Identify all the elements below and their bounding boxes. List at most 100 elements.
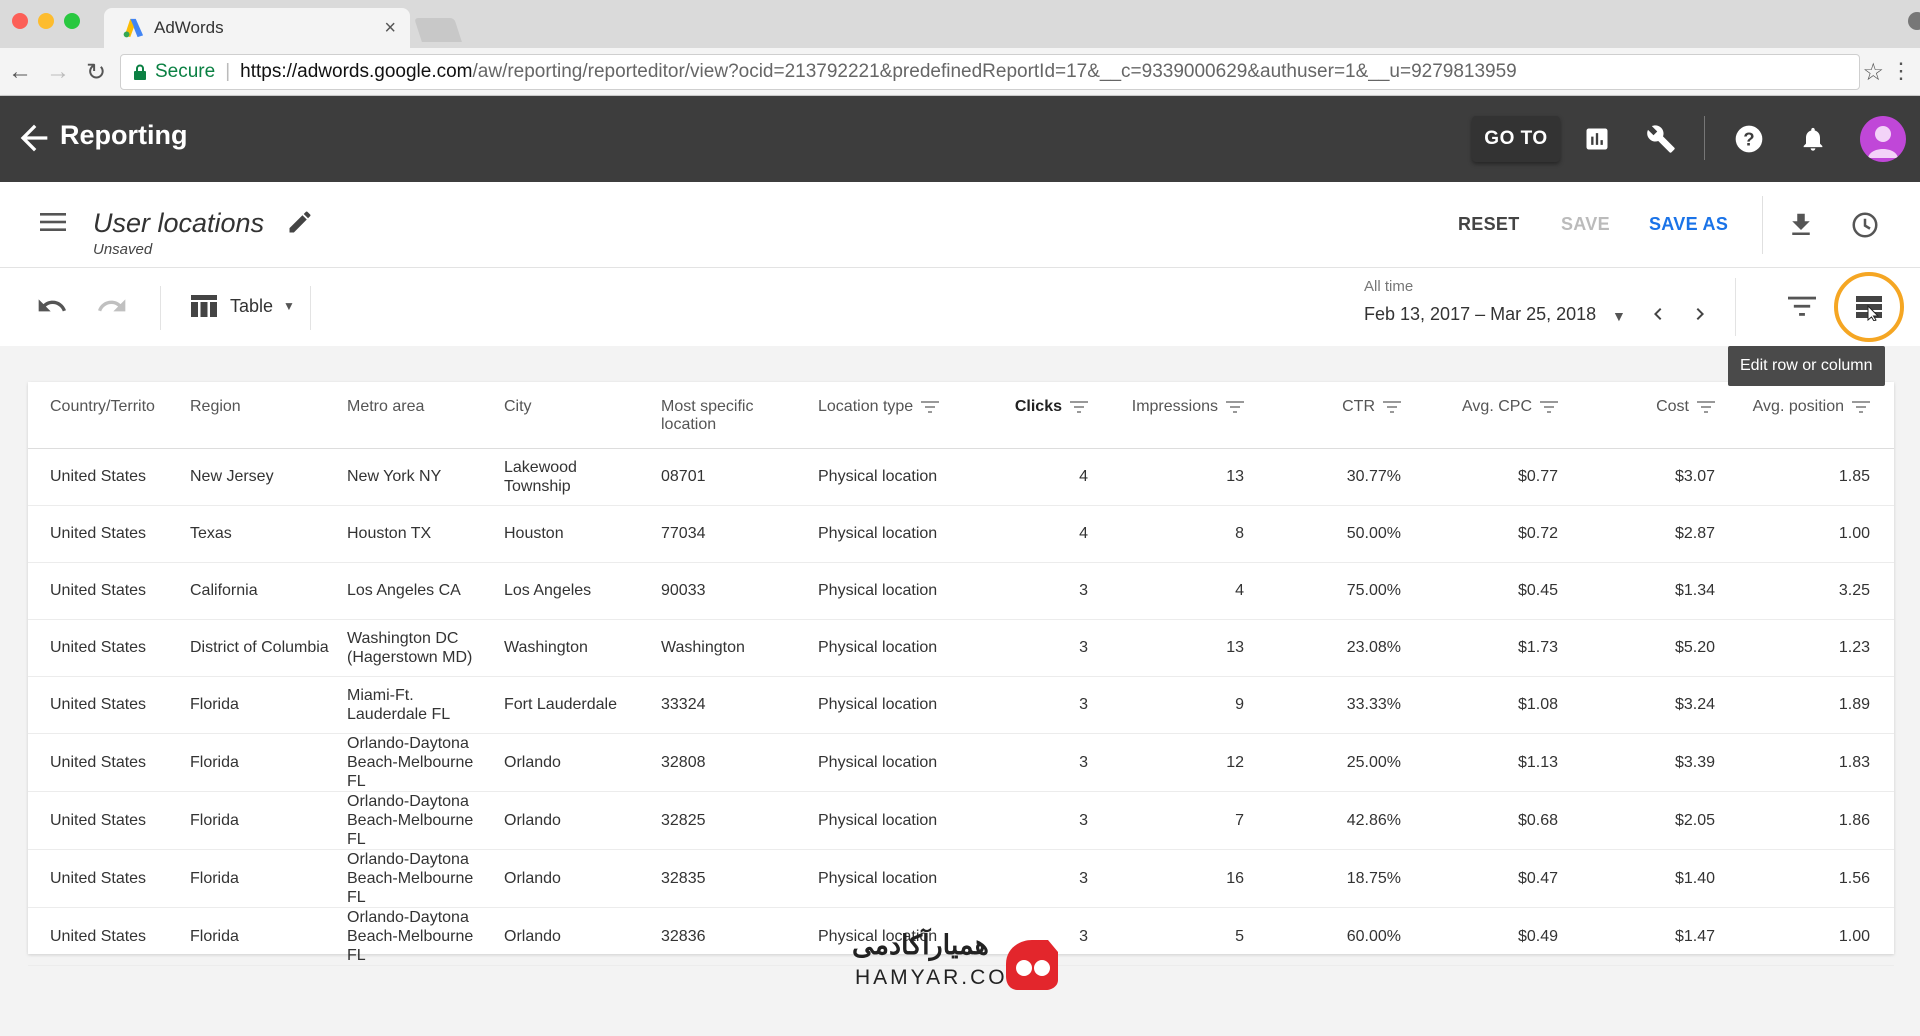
table-cell: Orlando-Daytona Beach-Melbourne FL xyxy=(339,791,496,850)
column-header[interactable]: Clicks xyxy=(978,382,1096,449)
previous-period-chevron-icon[interactable] xyxy=(1646,302,1670,326)
column-filter-icon[interactable] xyxy=(1383,400,1401,413)
table-row[interactable]: United States Florida Orlando-Daytona Beac… xyxy=(28,849,1894,908)
table-cell: Florida xyxy=(182,676,339,734)
browser-tab-strip: AdWords × xyxy=(0,0,1920,48)
table-cell: Orlando-Daytona Beach-Melbourne FL xyxy=(339,849,496,908)
redo-icon[interactable] xyxy=(96,290,128,322)
history-clock-icon[interactable] xyxy=(1850,210,1880,240)
new-tab-button[interactable] xyxy=(414,18,462,42)
column-header[interactable]: Most specific location xyxy=(653,382,810,449)
column-header[interactable]: Cost xyxy=(1566,382,1723,449)
table-cell: United States xyxy=(28,791,182,850)
table-row[interactable]: United States California Los Angeles CA Los… xyxy=(28,562,1894,620)
watermark-latin-text: HAMYAR.CO xyxy=(855,966,1008,989)
table-cell: Physical location xyxy=(810,619,978,677)
tools-wrench-icon[interactable] xyxy=(1640,118,1682,160)
reload-icon[interactable]: ↻ xyxy=(82,58,110,86)
column-filter-icon[interactable] xyxy=(1226,400,1244,413)
table-cell: 3 xyxy=(978,849,1096,908)
reset-button[interactable]: RESET xyxy=(1458,214,1520,235)
table-row[interactable]: United States Florida Miami-Ft. Lauderdale… xyxy=(28,676,1894,734)
column-header[interactable]: Region xyxy=(182,382,339,449)
browser-profile-icon[interactable] xyxy=(1908,12,1920,30)
back-arrow-icon[interactable] xyxy=(14,118,54,158)
notifications-bell-icon[interactable] xyxy=(1792,118,1834,160)
report-table: Country/Territo Region Metro area City Most … xyxy=(28,382,1894,966)
column-filter-icon[interactable] xyxy=(1540,400,1558,413)
table-cell: $3.24 xyxy=(1566,676,1723,734)
table-cell: 4 xyxy=(978,505,1096,563)
undo-icon[interactable] xyxy=(36,290,68,322)
account-avatar[interactable] xyxy=(1860,116,1906,162)
edit-pencil-icon[interactable] xyxy=(286,208,314,236)
bookmark-star-icon[interactable]: ☆ xyxy=(1862,58,1884,87)
table-cell: 1.85 xyxy=(1723,448,1894,506)
column-header[interactable]: Avg. position xyxy=(1723,382,1894,449)
browser-tab[interactable]: AdWords × xyxy=(104,8,410,48)
column-filter-icon[interactable] xyxy=(921,400,940,413)
column-header-label: Metro area xyxy=(347,398,425,415)
table-cell: Physical location xyxy=(810,562,978,620)
url-bar[interactable]: Secure | https://adwords.google.com/aw/r… xyxy=(120,54,1860,90)
report-name[interactable]: User locations xyxy=(93,208,264,239)
table-cell: 1.23 xyxy=(1723,619,1894,677)
column-header[interactable]: Metro area xyxy=(339,382,496,449)
table-cell: 16 xyxy=(1096,849,1252,908)
report-table-card: Country/Territo Region Metro area City Most … xyxy=(28,382,1894,966)
table-cell: 3 xyxy=(978,562,1096,620)
tab-close-icon[interactable]: × xyxy=(384,17,396,40)
column-header-label: City xyxy=(504,398,532,415)
column-filter-icon[interactable] xyxy=(1070,400,1088,413)
table-cell: $0.49 xyxy=(1409,907,1566,966)
browser-forward-icon[interactable]: → xyxy=(44,58,72,86)
column-header[interactable]: Location type xyxy=(810,382,978,449)
browser-menu-icon[interactable]: ⋮ xyxy=(1890,58,1912,84)
column-header[interactable]: City xyxy=(496,382,653,449)
download-icon[interactable] xyxy=(1786,210,1816,240)
menu-hamburger-icon[interactable] xyxy=(40,212,66,232)
filter-icon[interactable] xyxy=(1788,294,1816,318)
tooltip: Edit row or column xyxy=(1728,346,1885,386)
table-cell: $3.39 xyxy=(1566,733,1723,792)
save-button[interactable]: SAVE xyxy=(1561,214,1610,235)
help-icon[interactable]: ? xyxy=(1728,118,1770,160)
table-cell: 4 xyxy=(978,448,1096,506)
table-cell: United States xyxy=(28,849,182,908)
reports-icon[interactable] xyxy=(1576,118,1618,160)
column-header-label: Most specific location xyxy=(661,398,754,433)
table-cell: $1.08 xyxy=(1409,676,1566,734)
table-cell: 1.83 xyxy=(1723,733,1894,792)
table-row[interactable]: United States Florida Orlando-Daytona Beac… xyxy=(28,733,1894,792)
column-header[interactable]: Avg. CPC xyxy=(1409,382,1566,449)
browser-back-icon[interactable]: ← xyxy=(6,58,34,86)
window-minimize-button[interactable] xyxy=(38,13,54,29)
table-cell: California xyxy=(182,562,339,620)
save-as-button[interactable]: SAVE AS xyxy=(1649,214,1728,235)
table-row[interactable]: United States New Jersey New York NY Lakewo… xyxy=(28,448,1894,506)
visualization-dropdown[interactable]: Table ▼ xyxy=(190,290,295,322)
window-zoom-button[interactable] xyxy=(64,13,80,29)
table-row[interactable]: United States District of Columbia Washing… xyxy=(28,619,1894,677)
next-period-chevron-icon[interactable] xyxy=(1688,302,1712,326)
table-cell: 12 xyxy=(1096,733,1252,792)
column-filter-icon[interactable] xyxy=(1852,400,1870,413)
column-header[interactable]: CTR xyxy=(1252,382,1409,449)
table-row[interactable]: United States Texas Houston TX Houston 77034… xyxy=(28,505,1894,563)
table-cell: Physical location xyxy=(810,791,978,850)
table-cell: Texas xyxy=(182,505,339,563)
column-header[interactable]: Impressions xyxy=(1096,382,1252,449)
table-row[interactable]: United States Florida Orlando-Daytona Beac… xyxy=(28,791,1894,850)
edit-row-column-button[interactable] xyxy=(1834,272,1904,342)
table-cell: United States xyxy=(28,733,182,792)
go-to-button[interactable]: GO TO xyxy=(1472,116,1560,162)
table-cell: 33324 xyxy=(653,676,810,734)
table-cell: Physical location xyxy=(810,849,978,908)
date-range-picker[interactable]: Feb 13, 2017 – Mar 25, 2018 xyxy=(1364,304,1596,325)
window-close-button[interactable] xyxy=(12,13,28,29)
table-cell: 13 xyxy=(1096,619,1252,677)
column-filter-icon[interactable] xyxy=(1697,400,1715,413)
table-cell: Florida xyxy=(182,733,339,792)
column-header[interactable]: Country/Territo xyxy=(28,382,182,449)
date-dropdown-icon[interactable]: ▼ xyxy=(1612,308,1626,324)
